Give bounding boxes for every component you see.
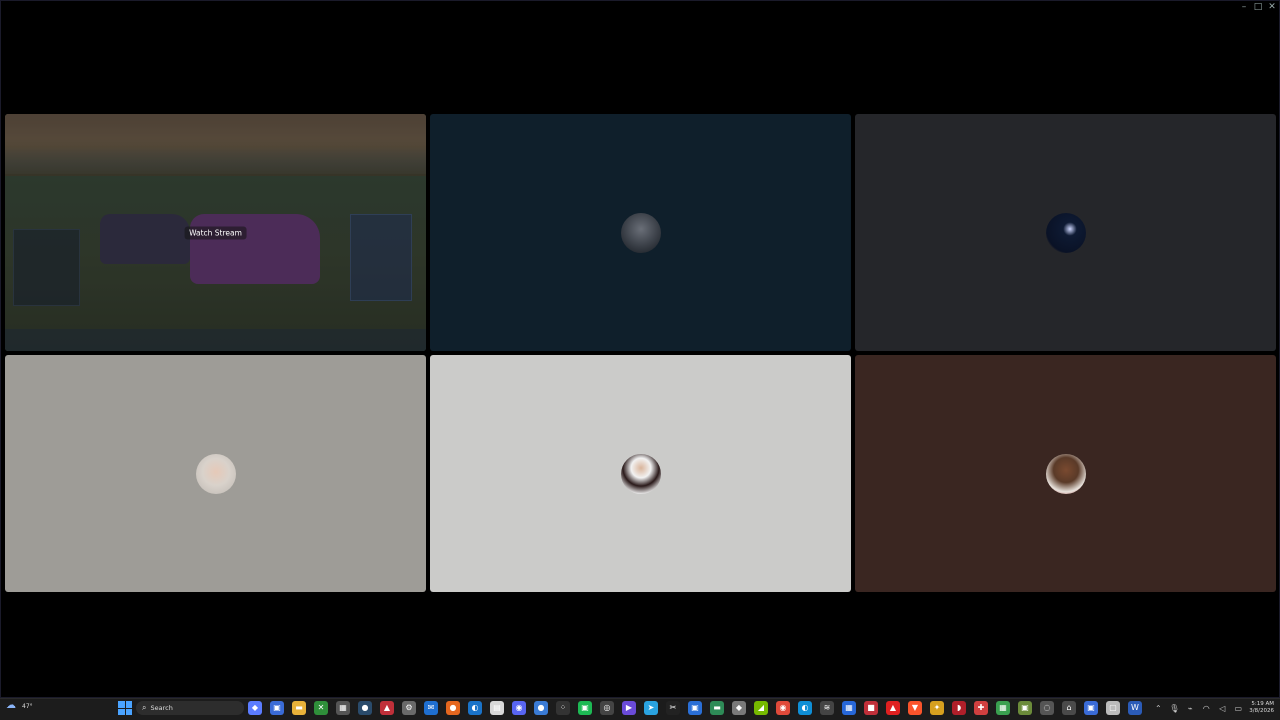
telegram-icon[interactable]: ➤	[644, 701, 658, 715]
chrome-icon[interactable]: ◉	[776, 701, 790, 715]
app-red-icon[interactable]: ▲	[380, 701, 394, 715]
blue-square-icon[interactable]: ▦	[842, 701, 856, 715]
minimize-icon[interactable]: –	[1237, 1, 1251, 13]
green-app-icon[interactable]: ▣	[578, 701, 592, 715]
edge-blue-icon[interactable]: ◐	[798, 701, 812, 715]
cube-icon[interactable]: ◆	[732, 701, 746, 715]
red-logo-icon[interactable]: ◗	[952, 701, 966, 715]
close-icon[interactable]: ✕	[1265, 1, 1279, 13]
browser-icon[interactable]: ◎	[600, 701, 614, 715]
photos-icon[interactable]: ▣	[688, 701, 702, 715]
discord-call-window: – □ ✕ Watch Stream	[0, 0, 1280, 698]
watch-stream-button[interactable]: Watch Stream	[184, 226, 247, 239]
avatar	[195, 453, 236, 494]
firefox-icon[interactable]: ●	[446, 701, 460, 715]
discord-icon[interactable]: ◉	[512, 701, 526, 715]
microphone-icon[interactable]: 🎙	[1169, 704, 1179, 713]
calculator-icon[interactable]: ▦	[336, 701, 350, 715]
stream-tile[interactable]: Watch Stream	[5, 114, 426, 351]
star-app-icon[interactable]: ✦	[930, 701, 944, 715]
brave-icon[interactable]: ▼	[908, 701, 922, 715]
mail-icon[interactable]: ✉	[424, 701, 438, 715]
green-grid-icon[interactable]: ▦	[996, 701, 1010, 715]
wifi-icon[interactable]: ◠	[1201, 704, 1211, 713]
settings-icon[interactable]: ⚙	[402, 701, 416, 715]
participant-tile[interactable]	[5, 355, 426, 592]
participant-tile[interactable]	[430, 355, 851, 592]
chevron-up-icon[interactable]: ⌃	[1153, 704, 1163, 713]
maximize-icon[interactable]: □	[1251, 1, 1265, 13]
participant-tile[interactable]	[430, 114, 851, 351]
taskbar-search[interactable]: ⌕ Search	[136, 701, 244, 715]
clock-time: 5:19 AM	[1251, 701, 1274, 707]
network-icon[interactable]: ⌁	[1185, 704, 1195, 713]
weather-temp: 47°	[22, 702, 33, 710]
steam-icon[interactable]: ●	[358, 701, 372, 715]
word-icon[interactable]: W	[1128, 701, 1142, 715]
avatar	[620, 212, 661, 253]
participant-tile[interactable]	[855, 114, 1276, 351]
capcut-icon[interactable]: ✂	[666, 701, 680, 715]
xbox-icon[interactable]: ✕	[314, 701, 328, 715]
participant-grid: Watch Stream	[5, 114, 1276, 592]
nvidia-icon[interactable]: ◢	[754, 701, 768, 715]
system-tray: ⌃ 🎙 ⌁ ◠ ◁ ▭ 5:19 AM 3/8/2026	[1153, 701, 1274, 715]
copilot-icon[interactable]: ◆	[248, 701, 262, 715]
chat-icon[interactable]: ●	[534, 701, 548, 715]
start-icon[interactable]	[118, 701, 132, 715]
stream-icon[interactable]: ≋	[820, 701, 834, 715]
weather-icon: ☁	[6, 700, 16, 711]
file-explorer-icon[interactable]: ▬	[292, 701, 306, 715]
avatar	[1045, 212, 1086, 253]
clock-date: 3/8/2026	[1249, 708, 1274, 714]
tile-app-icon[interactable]: ▣	[1018, 701, 1032, 715]
avatar	[1045, 453, 1086, 494]
window-controls: – □ ✕	[1237, 1, 1279, 13]
white-app-icon[interactable]: ▢	[1106, 701, 1120, 715]
edge-icon[interactable]: ◐	[468, 701, 482, 715]
search-placeholder: Search	[150, 704, 173, 712]
weather-widget[interactable]: ☁ 47°	[6, 700, 33, 712]
rocket-icon[interactable]: ◌	[1040, 701, 1054, 715]
taskbar-apps: ⌕ Search ◆ ▣ ▬ ✕ ▦ ● ▲ ⚙ ✉ ● ◐ ▤ ◉ ● ⁘ ▣ ◎ ▶ ➤ ✂ ▣ ▬ ◆ ◢ ◉ ◐ ≋ ▦ ■ ▲ ▼…	[118, 701, 1142, 715]
folder-green-icon[interactable]: ▬	[710, 701, 724, 715]
notes-icon[interactable]: ▤	[490, 701, 504, 715]
home-icon[interactable]: ⌂	[1062, 701, 1076, 715]
clock[interactable]: 5:19 AM 3/8/2026	[1249, 701, 1274, 715]
red-app-icon[interactable]: ■	[864, 701, 878, 715]
adobe-icon[interactable]: ▲	[886, 701, 900, 715]
taskbar: ☁ 47° ⌕ Search ◆ ▣ ▬ ✕ ▦ ● ▲ ⚙ ✉ ● ◐ ▤ ◉ ● ⁘ ▣ ◎ ▶ ➤ ✂ ▣ ▬ ◆ ◢ ◉…	[0, 698, 1280, 720]
volume-icon[interactable]: ◁	[1217, 704, 1227, 713]
participant-tile[interactable]	[855, 355, 1276, 592]
avatar	[620, 453, 661, 494]
store-icon[interactable]: ▣	[270, 701, 284, 715]
gamepad-icon[interactable]: ✚	[974, 701, 988, 715]
battery-icon[interactable]: ▭	[1233, 704, 1243, 713]
bluebox-icon[interactable]: ▣	[1084, 701, 1098, 715]
dots-icon[interactable]: ⁘	[556, 701, 570, 715]
search-icon: ⌕	[142, 703, 147, 712]
arrow-app-icon[interactable]: ▶	[622, 701, 636, 715]
